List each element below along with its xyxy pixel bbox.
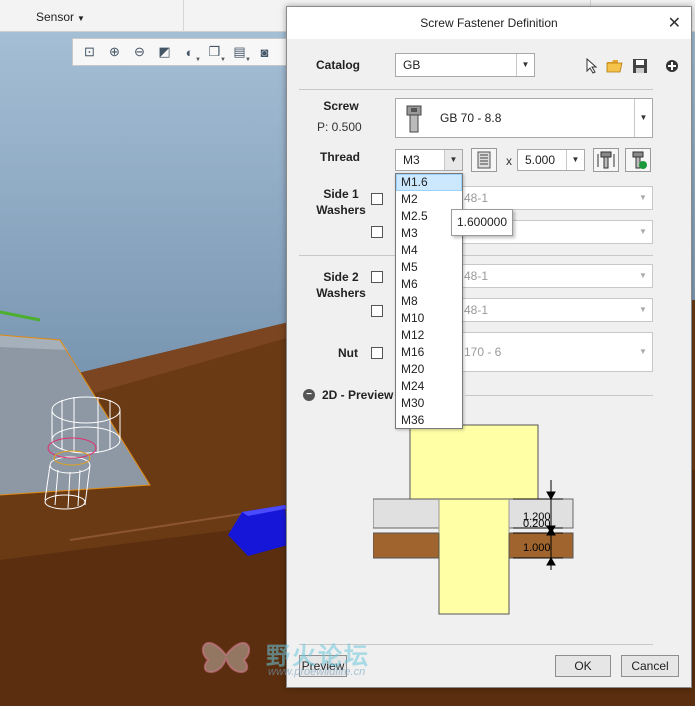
plate-dimension: 1.000 [523,542,551,554]
display-style-icon[interactable]: ◐ ▼ [179,42,201,63]
chevron-down-icon: ▼ [444,150,462,170]
screw-measure-icon [597,151,615,169]
socket-head-screw-icon [406,105,422,140]
side1-washer1-checkbox[interactable] [371,193,383,205]
fastener-options-button[interactable] [625,148,651,172]
ribbon-divider [183,0,184,32]
thread-option[interactable]: M8 [396,293,462,310]
chevron-down-icon: ▼ [639,347,647,356]
thread-size-tooltip: 1.600000 [451,209,513,236]
side2-washer1-value: 48-1 [464,269,489,283]
open-folder-icon[interactable] [606,57,624,75]
chevron-down-icon: ▼ [639,227,647,236]
thread-size-value: M3 [403,153,420,167]
catalog-label: Catalog [315,58,360,72]
side1-label-line1: Side 1 [323,187,359,201]
thread-option[interactable]: M1.6 [396,174,462,191]
dialog-title: Screw Fastener Definition [420,16,558,30]
side2-washer1-checkbox[interactable] [371,271,383,283]
thread-length-value: 5.000 [525,153,556,167]
datum-display-icon[interactable]: ◙ [254,42,275,63]
repaint-icon[interactable]: ◩ [154,42,175,63]
zoom-fit-icon[interactable]: ⊡ [79,42,100,63]
chevron-down-icon: ▼ [77,14,85,23]
chevron-down-icon: ▼ [634,99,652,137]
multiply-sign: x [506,154,512,168]
save-icon[interactable] [631,57,649,75]
screw-check-icon [632,151,647,169]
thread-option[interactable]: M4 [396,242,462,259]
catalog-combo[interactable]: GB ▼ [395,53,535,77]
screw-fastener-dialog: Screw Fastener Definition ✕ Catalog GB ▼… [286,6,692,688]
graphics-toolbar: ⊡ ⊕ ⊖ ◩ ◐ ▼ ❒ ▼ ▤ ▼ ◙ [72,38,288,66]
close-icon[interactable]: ✕ [668,13,681,33]
nut-label: Nut [338,346,358,360]
side2-washer2-value: 48-1 [464,303,489,317]
gap-dimension: 0.200 [523,518,551,530]
chevron-down-icon: ▼ [639,271,647,280]
thread-type-button[interactable] [471,148,497,172]
separator [299,644,653,645]
preview-drawing: 1.200 0.200 1.000 [373,424,574,615]
view-orientation-icon[interactable]: ❒ ▼ [204,42,226,63]
thread-option[interactable]: M10 [396,310,462,327]
thread-icon [477,151,491,169]
thread-size-combo[interactable]: M3 ▼ [395,149,463,171]
thread-option[interactable]: M5 [396,259,462,276]
thread-option[interactable]: M30 [396,395,462,412]
zoom-in-icon[interactable]: ⊕ [104,42,125,63]
side2-label-line1: Side 2 [323,270,359,284]
thread-option[interactable]: M36 [396,412,462,429]
separator [299,89,653,90]
screw-combo[interactable]: GB 70 - 8.8 ▼ [395,98,653,138]
pitch-label: P: 0.500 [317,120,362,134]
side1-washer2-checkbox[interactable] [371,226,383,238]
sensor-label: Sensor [36,10,75,24]
chevron-down-icon: ▼ [639,193,647,202]
nut-value: 170 - 6 [464,345,502,359]
preview-button[interactable]: Preview [299,655,347,677]
chevron-down-icon: ▼ [516,54,534,76]
catalog-value: GB [403,58,421,72]
collapse-preview-icon[interactable]: − [303,389,315,401]
sensor-menu[interactable]: Sensor ▼ [36,10,85,24]
side1-washer1-value: 48-1 [464,191,489,205]
side2-washer2-checkbox[interactable] [371,305,383,317]
thread-length-combo[interactable]: 5.000 ▼ [517,149,585,171]
screw-length-button[interactable] [593,148,619,172]
thread-option[interactable]: M12 [396,327,462,344]
separator [465,395,653,396]
dialog-titlebar: Screw Fastener Definition ✕ [287,7,691,39]
screw-label: Screw [323,99,359,113]
preview-section-label: 2D - Preview [322,388,394,402]
saved-views-icon[interactable]: ▤ ▼ [229,42,251,63]
cancel-button[interactable]: Cancel [621,655,679,677]
thread-option[interactable]: M24 [396,378,462,395]
chevron-down-icon: ▼ [566,150,584,170]
ok-button[interactable]: OK [555,655,611,677]
thread-option[interactable]: M16 [396,344,462,361]
thread-label: Thread [319,150,360,164]
select-arrow-icon[interactable] [583,57,601,75]
side1-label-line2: Washers [316,203,366,217]
screw-value: GB 70 - 8.8 [440,111,502,125]
zoom-out-icon[interactable]: ⊖ [129,42,150,63]
thread-option[interactable]: M2 [396,191,462,208]
separator [299,255,653,256]
chevron-down-icon: ▼ [639,305,647,314]
nut-checkbox[interactable] [371,347,383,359]
add-circle-icon[interactable] [663,57,681,75]
thread-option[interactable]: M6 [396,276,462,293]
side2-label-line2: Washers [316,286,366,300]
thread-option[interactable]: M20 [396,361,462,378]
